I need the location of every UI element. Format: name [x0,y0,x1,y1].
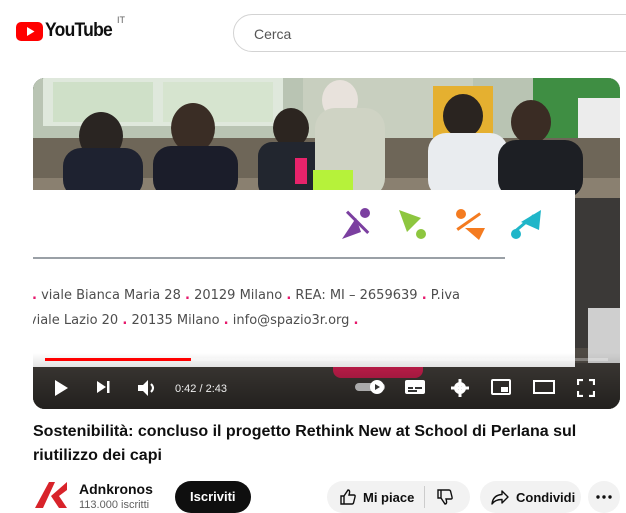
like-button[interactable]: Mi piace [327,481,424,513]
video-player[interactable]: gale . viale Bianca Maria 28 . 20129 Mil… [33,78,620,409]
mute-button[interactable] [137,379,159,397]
address-rea: REA: MI – 2659639 [295,288,418,303]
triangle-dot-mark-icon [456,209,485,240]
region-code: IT [117,15,125,25]
triangle-dot-mark-icon [399,210,426,239]
fullscreen-icon [577,379,595,397]
address-piva: P.iva [430,288,460,303]
share-pill: Condividi [480,481,581,513]
play-button[interactable] [53,379,69,397]
more-horizontal-icon [596,495,612,499]
separator-dot: . [33,288,37,303]
address-line-1: gale . viale Bianca Maria 28 . 20129 Mil… [33,288,460,303]
miniplayer-button[interactable] [491,379,511,395]
autoplay-toggle[interactable] [355,379,389,395]
skip-next-icon [97,381,110,393]
youtube-play-icon [16,21,43,41]
volume-icon [138,380,154,396]
separator-dot: . [286,288,292,303]
sponsor-overlay: gale . viale Bianca Maria 28 . 20129 Mil… [33,190,575,367]
player-controls: 0:42 / 2:43 [33,353,620,409]
separator-dot: . [421,288,427,303]
dislike-button[interactable] [425,481,465,513]
masthead: YouTube IT [0,0,626,64]
address-line-2: va . viale Lazio 20 . 20135 Milano . inf… [33,313,359,328]
share-arrow-icon [491,490,509,505]
subscribe-button[interactable]: Iscriviti [175,481,251,513]
theater-mode-button[interactable] [533,379,555,395]
search-input[interactable] [252,23,616,45]
subscriber-count: 113.000 iscritti [79,499,150,511]
like-dislike-group: Mi piace [327,481,470,513]
separator-dot: . [122,313,128,328]
youtube-wordmark: YouTube [45,20,113,41]
settings-button[interactable] [451,379,469,397]
progress-bar[interactable] [45,358,608,361]
search-box[interactable] [233,14,626,52]
fullscreen-button[interactable] [577,379,595,397]
triangle-dot-mark-icon [511,210,541,239]
miniplayer-icon [491,379,511,395]
subtitles-icon [405,380,425,394]
overlay-divider [33,257,505,259]
thumbs-down-icon [437,489,454,505]
address-street: viale Lazio 20 [33,313,119,328]
next-button[interactable] [95,379,111,395]
video-title: Sostenibilità: concluso il progetto Reth… [33,423,577,464]
like-label: Mi piace [363,489,415,505]
address-email: info@spazio3r.org [232,313,350,328]
play-icon [55,380,68,396]
separator-dot: . [223,313,229,328]
youtube-logo[interactable]: YouTube IT [16,15,125,42]
separator-dot: . [184,288,190,303]
separator-dot: . [353,313,359,328]
thumbs-up-icon [340,489,356,505]
triangle-dot-mark-icon [342,208,370,239]
more-actions-button[interactable] [588,481,620,513]
progress-fill [45,358,191,361]
share-label: Condividi [516,489,576,505]
address-city: 20135 Milano [131,313,220,328]
address-city: 20129 Milano [194,288,283,303]
channel-name[interactable]: Adnkronos [79,481,153,497]
share-button[interactable]: Condividi [480,481,585,513]
address-street: viale Bianca Maria 28 [41,288,181,303]
theater-mode-icon [533,380,555,394]
brand-marks [339,206,543,242]
gear-icon [451,379,469,397]
time-display: 0:42 / 2:43 [175,383,227,395]
subtitles-button[interactable] [405,379,425,395]
autoplay-toggle-icon [355,380,385,394]
channel-avatar[interactable] [33,480,69,510]
